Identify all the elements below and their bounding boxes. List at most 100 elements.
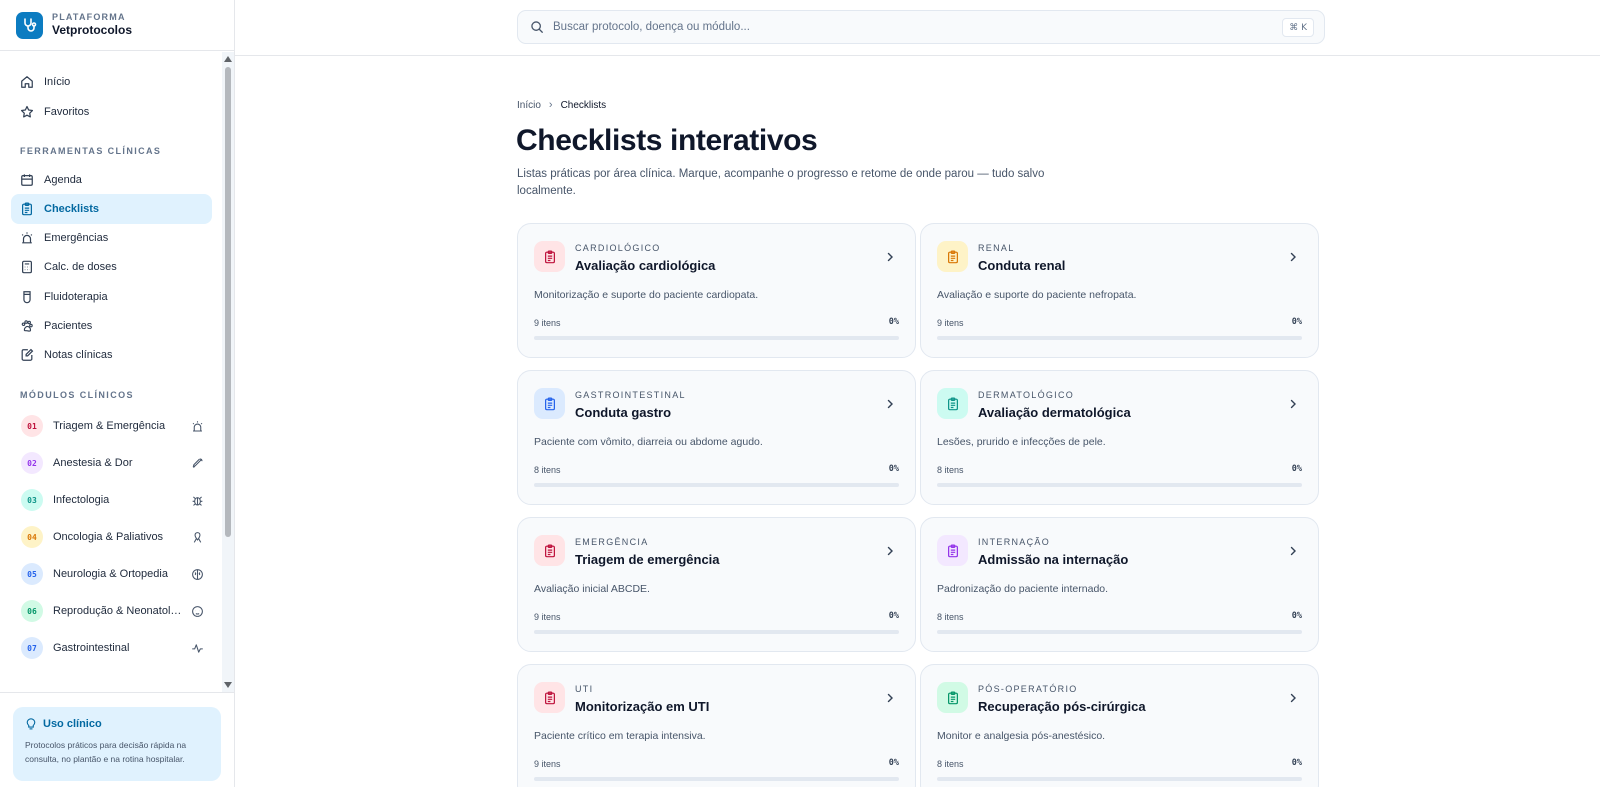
card-item-count: 9 itens xyxy=(937,318,964,328)
sidebar-scrollbar[interactable] xyxy=(222,52,234,692)
calculator-icon xyxy=(22,260,32,274)
module-item-07[interactable]: 07 Gastrointestinal xyxy=(11,632,212,664)
module-number: 04 xyxy=(21,526,43,548)
sidebar-item-label: Fluidoterapia xyxy=(44,291,108,303)
clinical-use-title-row: Uso clínico xyxy=(25,718,209,730)
module-item-06[interactable]: 06 Reprodução & Neonatologia xyxy=(11,595,212,627)
sidebar: PLATAFORMA Vetprotocolos Início Favorito… xyxy=(0,0,235,787)
card-title: Conduta gastro xyxy=(575,405,672,420)
scroll-up-arrow-icon[interactable] xyxy=(224,56,232,62)
card-category: CARDIOLÓGICO xyxy=(575,243,661,253)
module-number: 06 xyxy=(21,600,43,622)
sidebar-item-label: Emergências xyxy=(44,232,109,244)
sidebar-item-label: Calc. de doses xyxy=(44,261,117,273)
paw-icon xyxy=(21,320,33,332)
checklist-card[interactable]: UTI Monitorização em UTI Paciente crítico … xyxy=(517,664,916,787)
sidebar-item-fluidoterapia[interactable]: Fluidoterapia xyxy=(11,282,212,312)
topbar: ⌘ K xyxy=(235,0,1600,56)
card-progress-percent: 0% xyxy=(1291,464,1302,474)
scroll-down-arrow-icon[interactable] xyxy=(224,682,232,688)
module-label: Infectologia xyxy=(53,494,110,506)
card-icon-badge xyxy=(937,241,968,272)
card-category: RENAL xyxy=(978,243,1015,253)
card-icon-badge xyxy=(937,535,968,566)
card-icon-badge xyxy=(534,241,565,272)
card-item-count: 8 itens xyxy=(534,465,561,475)
checklist-card[interactable]: RENAL Conduta renal Avaliação e suporte do… xyxy=(920,223,1319,358)
chevron-right-icon: › xyxy=(548,99,553,111)
card-icon-badge xyxy=(937,682,968,713)
module-label: Gastrointestinal xyxy=(53,642,130,654)
sidebar-item-checklists[interactable]: Checklists xyxy=(11,194,212,224)
card-title: Avaliação dermatológica xyxy=(978,405,1131,420)
sidebar-item-inicio[interactable]: Início xyxy=(11,67,212,97)
calendar-icon xyxy=(21,174,33,186)
card-title: Monitorização em UTI xyxy=(575,699,710,714)
card-category: INTERNAÇÃO xyxy=(978,537,1051,547)
activity-icon xyxy=(192,643,203,653)
module-item-03[interactable]: 03 Infectologia xyxy=(11,484,212,516)
sidebar-nav: Início Favoritos FERRAMENTAS CLÍNICAS Ag… xyxy=(0,52,222,692)
breadcrumb-current: Checklists xyxy=(560,99,607,111)
card-progress-percent: 0% xyxy=(888,611,899,621)
note-icon xyxy=(21,348,34,361)
card-title: Conduta renal xyxy=(978,258,1066,273)
card-progress-percent: 0% xyxy=(888,317,899,327)
main-content: Início › Checklists Checklists interativ… xyxy=(235,56,1600,787)
module-item-01[interactable]: 01 Triagem & Emergência xyxy=(11,410,212,442)
checklist-card[interactable]: INTERNAÇÃO Admissão na internação Padroniz… xyxy=(920,517,1319,652)
chevron-right-icon xyxy=(1290,399,1296,409)
clipboard-icon xyxy=(544,690,555,704)
clipboard-icon xyxy=(22,202,32,216)
clipboard-icon xyxy=(947,249,958,263)
card-progress-percent: 0% xyxy=(888,464,899,474)
card-category: DERMATOLÓGICO xyxy=(978,390,1075,400)
search-input[interactable] xyxy=(553,21,1253,33)
sidebar-footer: Uso clínico Protocolos práticos para dec… xyxy=(0,692,235,787)
sidebar-item-pacientes[interactable]: Pacientes xyxy=(11,311,212,341)
breadcrumb-home-link[interactable]: Início xyxy=(517,100,541,111)
sidebar-item-emergencias[interactable]: Emergências xyxy=(11,223,212,253)
module-label: Reprodução & Neonatologia xyxy=(53,605,183,617)
chevron-right-icon xyxy=(1290,252,1296,262)
card-icon-badge xyxy=(937,388,968,419)
brand[interactable]: PLATAFORMA Vetprotocolos xyxy=(0,0,235,51)
page-subtitle: Listas práticas por área clínica. Marque… xyxy=(517,168,1045,197)
checklist-card[interactable]: CARDIOLÓGICO Avaliação cardiológica Monito… xyxy=(517,223,916,358)
search-bar[interactable]: ⌘ K xyxy=(517,10,1325,44)
checklist-card[interactable]: EMERGÊNCIA Triagem de emergência Avaliação… xyxy=(517,517,916,652)
clipboard-icon xyxy=(544,543,555,557)
sidebar-item-notas-clinicas[interactable]: Notas clínicas xyxy=(11,340,212,370)
checklist-card[interactable]: PÓS-OPERATÓRIO Recuperação pós-cirúrgica M… xyxy=(920,664,1319,787)
checklist-card[interactable]: GASTROINTESTINAL Conduta gastro Paciente c… xyxy=(517,370,916,505)
module-label: Neurologia & Ortopedia xyxy=(53,568,168,580)
home-icon xyxy=(21,76,33,88)
module-item-04[interactable]: 04 Oncologia & Paliativos xyxy=(11,521,212,553)
ribbon-icon xyxy=(193,531,202,543)
card-title: Triagem de emergência xyxy=(575,552,720,567)
card-progress-bar xyxy=(937,630,1302,634)
scrollbar-thumb[interactable] xyxy=(225,67,231,537)
checklist-card[interactable]: DERMATOLÓGICO Avaliação dermatológica Lesõ… xyxy=(920,370,1319,505)
module-number: 02 xyxy=(21,452,43,474)
module-item-02[interactable]: 02 Anestesia & Dor xyxy=(11,447,212,479)
card-category: GASTROINTESTINAL xyxy=(575,390,686,400)
module-number: 05 xyxy=(21,563,43,585)
brand-kicker: PLATAFORMA xyxy=(52,12,126,22)
module-item-05[interactable]: 05 Neurologia & Ortopedia xyxy=(11,558,212,590)
card-item-count: 8 itens xyxy=(937,465,964,475)
card-progress-bar xyxy=(937,336,1302,340)
card-description: Paciente crítico em terapia intensiva. xyxy=(534,730,706,742)
sidebar-item-label: Favoritos xyxy=(44,106,90,118)
card-progress-bar xyxy=(534,630,899,634)
sidebar-item-calc-doses[interactable]: Calc. de doses xyxy=(11,252,212,282)
clipboard-icon xyxy=(947,543,958,557)
section-title-tools: FERRAMENTAS CLÍNICAS xyxy=(20,146,162,156)
module-number: 07 xyxy=(21,637,43,659)
sidebar-item-favoritos[interactable]: Favoritos xyxy=(11,97,212,127)
module-label: Oncologia & Paliativos xyxy=(53,531,164,543)
breadcrumb: Início › Checklists xyxy=(517,99,606,111)
card-title: Recuperação pós-cirúrgica xyxy=(978,699,1146,714)
sidebar-item-agenda[interactable]: Agenda xyxy=(11,165,212,195)
star-icon xyxy=(20,105,34,118)
